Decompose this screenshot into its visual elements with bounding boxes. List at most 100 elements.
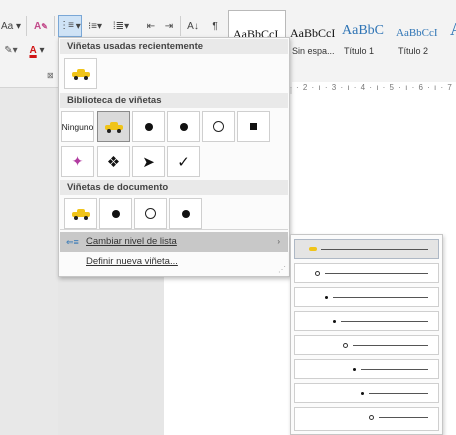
change-list-level-item[interactable]: ⇐≡ Cambiar nivel de lista › [60, 232, 288, 252]
level-line [341, 321, 428, 322]
decrease-indent-icon: ⇤ [146, 20, 156, 32]
font-color-button[interactable]: A ▾ [26, 41, 48, 59]
style-no-spacing[interactable]: AaBbCcI Sin espa... [286, 10, 338, 62]
multilevel-list-button[interactable]: ⁞≣ ▾ [108, 17, 134, 35]
list-level-7[interactable] [294, 383, 439, 403]
bullet-option-car[interactable] [64, 58, 97, 89]
arrowhead-icon: ➤ [142, 153, 155, 171]
style-sample: A [450, 19, 456, 40]
hollow-circle-icon [369, 415, 374, 420]
four-point-star-icon: ✦ [71, 153, 84, 169]
resize-grip-icon[interactable]: ⋰ [278, 266, 286, 274]
filled-circle-icon [144, 122, 153, 131]
level-line [361, 369, 428, 370]
hollow-circle-icon [213, 121, 224, 132]
bullet-option-hollow-circle[interactable] [202, 111, 235, 142]
list-level-4[interactable] [294, 311, 439, 331]
car-icon [71, 68, 90, 80]
bullet-option-diamond-cluster[interactable]: ❖ [97, 146, 130, 177]
bullet-library-header: Biblioteca de viñetas [60, 93, 288, 108]
list-level-submenu [290, 234, 443, 435]
sort-icon: A↓ [187, 20, 199, 32]
style-title[interactable]: A [446, 10, 456, 62]
bullet-option-checkmark[interactable]: ✓ [167, 146, 200, 177]
car-icon [104, 121, 123, 133]
bullet-option-arrowhead[interactable]: ➤ [132, 146, 165, 177]
doc-bullet-dot[interactable] [99, 198, 132, 229]
style-sample: AaBbC [342, 23, 384, 38]
hollow-circle-icon [315, 271, 320, 276]
change-case-label: Aa [0, 20, 14, 32]
increase-indent-button[interactable]: ⇥ [160, 17, 178, 35]
doc-bullet-dot-2[interactable] [169, 198, 202, 229]
car-icon [71, 208, 90, 220]
list-level-3[interactable] [294, 287, 439, 307]
hollow-circle-icon [145, 208, 156, 219]
level-line [353, 345, 428, 346]
list-level-1[interactable] [294, 239, 439, 259]
ribbon-divider [54, 16, 55, 36]
style-sample: AaBbCcI [396, 27, 438, 39]
filled-circle-icon [325, 296, 328, 299]
style-sample: AaBbCcI [290, 26, 336, 40]
list-level-6[interactable] [294, 359, 439, 379]
filled-circle-icon [179, 122, 188, 131]
level-line [379, 417, 428, 418]
bullet-list-icon: ⋮≡ [59, 20, 74, 31]
style-heading-1[interactable]: AaBbC Título 1 [338, 10, 392, 62]
none-label: Ninguno [61, 121, 94, 132]
numbered-list-icon: ⁝≡ [87, 20, 97, 32]
list-level-8[interactable] [294, 407, 439, 431]
filled-circle-icon [333, 320, 336, 323]
clear-formatting-icon[interactable]: A ✎ [32, 17, 50, 35]
level-line [369, 393, 428, 394]
doc-bullet-car[interactable] [64, 198, 97, 229]
numbering-button[interactable]: ⁝≡ ▾ [84, 17, 106, 35]
paragraph-launcher-icon[interactable]: ⊠ [47, 71, 54, 80]
bullet-option-dot[interactable] [167, 111, 200, 142]
horizontal-ruler[interactable]: · 2 · ı · 3 · ı · 4 · ı · 5 · ı · 6 · ı … [292, 82, 456, 94]
hollow-circle-icon [343, 343, 348, 348]
filled-circle-icon [361, 392, 364, 395]
bullet-option-none[interactable]: Ninguno [61, 111, 94, 142]
increase-indent-icon: ⇥ [164, 20, 174, 32]
recent-bullets-header: Viñetas usadas recientemente [60, 39, 288, 54]
style-name: Sin espa... [292, 46, 335, 56]
filled-circle-icon [111, 209, 120, 218]
doc-bullet-hollow-circle[interactable] [134, 198, 167, 229]
level-line [321, 249, 428, 250]
bullet-library-dropdown: Viñetas usadas recientemente Biblioteca … [58, 37, 290, 277]
diamond-cluster-icon: ❖ [106, 153, 121, 171]
list-level-5[interactable] [294, 335, 439, 355]
list-level-icon: ⇐≡ [66, 237, 79, 247]
filled-circle-icon [181, 209, 190, 218]
bullet-option-square[interactable] [237, 111, 270, 142]
highlight-color-button[interactable]: ✎▾ [4, 41, 18, 59]
bullet-option-large-dot[interactable] [132, 111, 165, 142]
document-margin-area [0, 88, 58, 435]
sort-button[interactable]: A↓ [184, 17, 202, 35]
level-line [325, 273, 428, 274]
filled-circle-icon [353, 368, 356, 371]
define-new-bullet-label: Definir nueva viñeta... [86, 256, 178, 267]
multilevel-list-icon: ⁞≣ [112, 20, 125, 32]
style-heading-2[interactable]: AaBbCcI Título 2 [392, 10, 446, 62]
menu-divider [60, 229, 288, 230]
show-formatting-button[interactable]: ¶ [206, 17, 224, 35]
car-icon [309, 247, 317, 251]
document-bullets-header: Viñetas de documento [60, 180, 288, 195]
level-line [333, 297, 428, 298]
bullet-option-colored-star[interactable]: ✦ [61, 146, 94, 177]
bullet-option-car-selected[interactable] [97, 111, 130, 142]
checkmark-icon: ✓ [177, 153, 190, 171]
decrease-indent-button[interactable]: ⇤ [142, 17, 160, 35]
ribbon-divider [26, 16, 27, 36]
pilcrow-icon: ¶ [212, 20, 218, 32]
font-color-icon: A [29, 44, 37, 56]
style-name: Título 1 [344, 46, 375, 56]
change-case-button[interactable]: Aa ▾ [0, 17, 22, 35]
list-level-2[interactable] [294, 263, 439, 283]
style-name: Título 2 [398, 46, 429, 56]
bullets-button[interactable]: ⋮≡ ▾ [58, 15, 82, 37]
define-new-bullet-item[interactable]: Definir nueva viñeta... [60, 252, 288, 272]
